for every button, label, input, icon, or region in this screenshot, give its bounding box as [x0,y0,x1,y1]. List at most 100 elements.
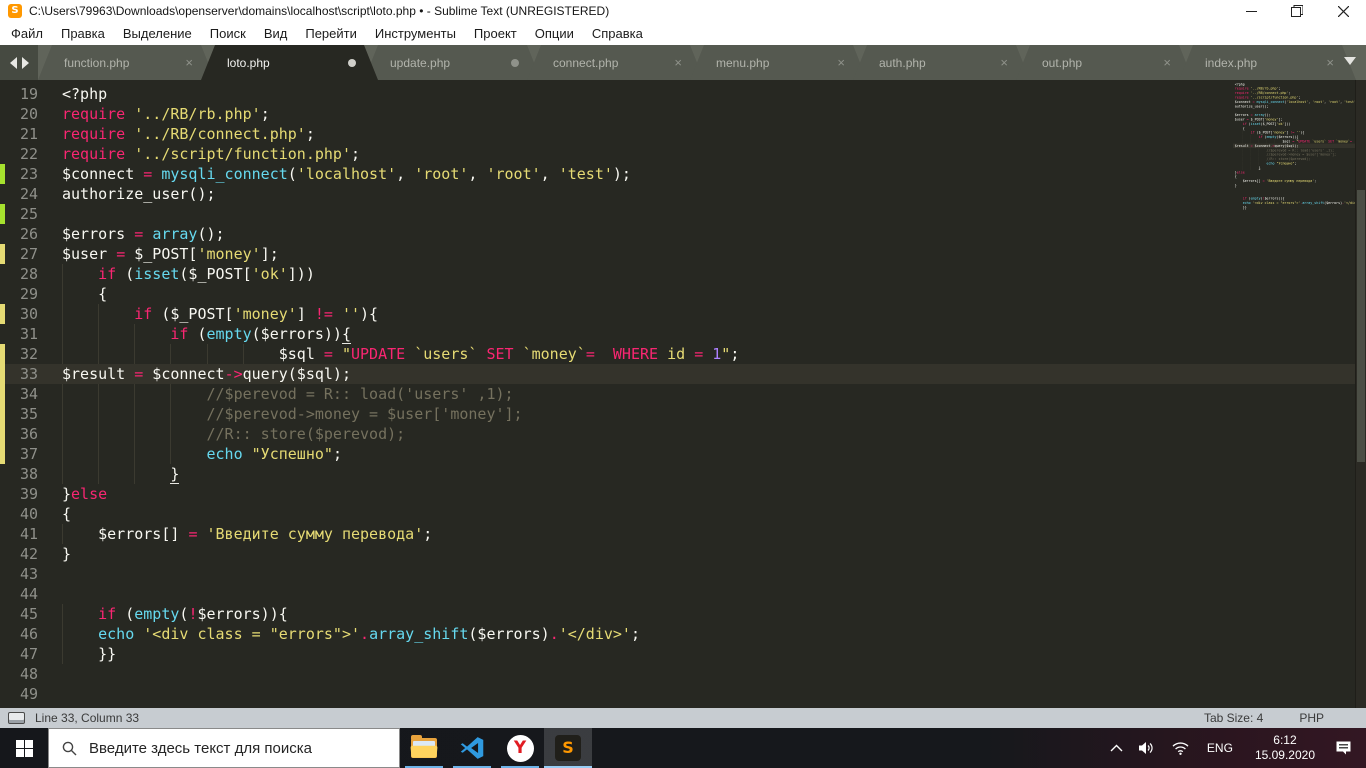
code-line-49[interactable]: 49 [0,684,1366,704]
code-line-29[interactable]: 29 { [0,284,1366,304]
clock-time: 6:12 [1273,733,1297,747]
code-line-23[interactable]: 23 $connect = mysqli_connect('localhost',… [0,164,1366,184]
code-text: { [54,284,1366,304]
clock[interactable]: 6:12 15.09.2020 [1243,733,1327,763]
tab-close-icon[interactable]: × [674,56,682,69]
diff-marker-none [0,104,5,124]
windows-taskbar: Введите здесь текст для поиска Y S ENG 6… [0,728,1366,768]
tab-overflow-icon[interactable] [1344,57,1356,65]
modified-dot-icon [511,59,519,67]
code-line-30[interactable]: 30 if ($_POST['money'] != ''){ [0,304,1366,324]
code-line-47[interactable]: 47 }} [0,644,1366,664]
editor[interactable]: 19 <?php 20 require '../RB/rb.php'; 21 requir… [0,80,1366,708]
menu-item-3[interactable]: Выделение [114,22,201,45]
tab-close-icon[interactable]: × [1326,56,1334,69]
code-line-44[interactable]: 44 [0,584,1366,604]
code-line-35[interactable]: 35 //$perevod->money = $user['money']; [0,404,1366,424]
code-line-31[interactable]: 31 if (empty($errors)){ [0,324,1366,344]
tab-menu.php[interactable]: menu.php × [690,45,867,80]
code-line-25[interactable]: 25 [0,204,1366,224]
minimize-button[interactable] [1228,0,1274,22]
vintage-toggle-icon[interactable] [8,712,25,724]
diff-marker [0,384,5,404]
network-button[interactable] [1164,728,1197,768]
scrollbar-track[interactable] [1355,80,1366,708]
start-button[interactable] [0,728,48,768]
menu-item-5[interactable]: Вид [255,22,297,45]
code-line-22[interactable]: 22 require '../script/function.php'; [0,144,1366,164]
tab-auth.php[interactable]: auth.php × [853,45,1030,80]
tab-function.php[interactable]: function.php × [38,45,215,80]
menu-item-7[interactable]: Инструменты [366,22,465,45]
tab-nav-arrows[interactable] [0,45,38,80]
diff-marker-none [0,604,5,624]
tab-out.php[interactable]: out.php × [1016,45,1193,80]
tray-expand-button[interactable] [1102,728,1131,768]
code-line-36[interactable]: 36 //R:: store($perevod); [0,424,1366,444]
code-line-38[interactable]: 38 } [0,464,1366,484]
code-text: }else [62,485,108,503]
menu-item-9[interactable]: Опции [526,22,583,45]
code-line-21[interactable]: 21 require '../RB/connect.php'; [0,124,1366,144]
restore-button[interactable] [1274,0,1320,22]
tab-index.php[interactable]: index.php × [1179,45,1356,80]
sublime-text-window: S C:\Users\79963\Downloads\openserver\do… [0,0,1366,768]
syntax-indicator[interactable]: PHP [1299,711,1366,725]
code-line-39[interactable]: 39}else [0,484,1366,504]
menu-item-10[interactable]: Справка [583,22,652,45]
action-center-button[interactable] [1327,728,1360,768]
code-line-26[interactable]: 26 $errors = array(); [0,224,1366,244]
close-button[interactable] [1320,0,1366,22]
taskbar-app-yandex-browser[interactable]: Y [496,728,544,768]
tab-close-icon[interactable]: × [837,56,845,69]
diff-marker [0,344,5,364]
tab-close-icon[interactable]: × [1000,56,1008,69]
code-line-32[interactable]: 32 $sql = "UPDATE `users` SET `money`= W… [0,344,1366,364]
code-line-19[interactable]: 19 <?php [0,84,1366,104]
code-line-43[interactable]: 43 [0,564,1366,584]
scrollbar-thumb[interactable] [1357,190,1365,462]
taskbar-search[interactable]: Введите здесь текст для поиска [48,728,400,768]
code-text: if (empty(!$errors)){ [54,604,1366,624]
code-line-24[interactable]: 24 authorize_user(); [0,184,1366,204]
code-line-42[interactable]: 42} [0,544,1366,564]
code-area[interactable]: 19 <?php 20 require '../RB/rb.php'; 21 requir… [0,80,1366,708]
tab-connect.php[interactable]: connect.php × [527,45,704,80]
status-bar: Line 33, Column 33 Tab Size: 4 PHP [0,708,1366,728]
code-text: //R:: store($perevod); [54,424,1366,444]
code-line-28[interactable]: 28 if (isset($_POST['ok'])) [0,264,1366,284]
code-line-48[interactable]: 48 [0,664,1366,684]
code-line-37[interactable]: 37 echo "Успешно"; [0,444,1366,464]
tab-close-icon[interactable]: × [1163,56,1171,69]
taskbar-app-vscode[interactable] [448,728,496,768]
code-line-46[interactable]: 46 echo '<div class = "errors">'.array_s… [0,624,1366,644]
code-line-27[interactable]: 27 $user = $_POST['money']; [0,244,1366,264]
menu-item-8[interactable]: Проект [465,22,526,45]
taskbar-app-sublime-text[interactable]: S [544,728,592,768]
code-line-45[interactable]: 45 if (empty(!$errors)){ [0,604,1366,624]
menu-item-1[interactable]: Файл [2,22,52,45]
tab-loto.php[interactable]: loto.php [201,45,378,80]
minimap[interactable]: 19<?php20require '../RB/rb.php';21requir… [1233,82,1355,332]
tab-update.php[interactable]: update.php [364,45,541,80]
code-line-40[interactable]: 40 { [0,504,1366,524]
code-text: require '../RB/rb.php'; [62,105,270,123]
tab-size-indicator[interactable]: Tab Size: 4 [1204,711,1299,725]
line-number: 26 [19,225,38,243]
menu-item-4[interactable]: Поиск [201,22,255,45]
tab-label: function.php [64,55,130,70]
code-line-20[interactable]: 20 require '../RB/rb.php'; [0,104,1366,124]
volume-button[interactable] [1131,728,1164,768]
line-number: 41 [19,525,38,543]
menu-item-2[interactable]: Правка [52,22,114,45]
taskbar-app-file-explorer[interactable] [400,728,448,768]
tab-scroll-right-icon[interactable] [21,56,29,69]
language-indicator[interactable]: ENG [1197,741,1243,755]
diff-marker [0,204,5,224]
menu-item-6[interactable]: Перейти [296,22,366,45]
tab-close-icon[interactable]: × [185,56,193,69]
code-line-41[interactable]: 41 $errors[] = 'Введите сумму перевода'; [0,524,1366,544]
code-line-34[interactable]: 34 //$perevod = R:: load('users' ,1); [0,384,1366,404]
tab-scroll-left-icon[interactable] [9,56,17,69]
code-line-33[interactable]: 33 $result = $connect->query($sql); [0,364,1366,384]
